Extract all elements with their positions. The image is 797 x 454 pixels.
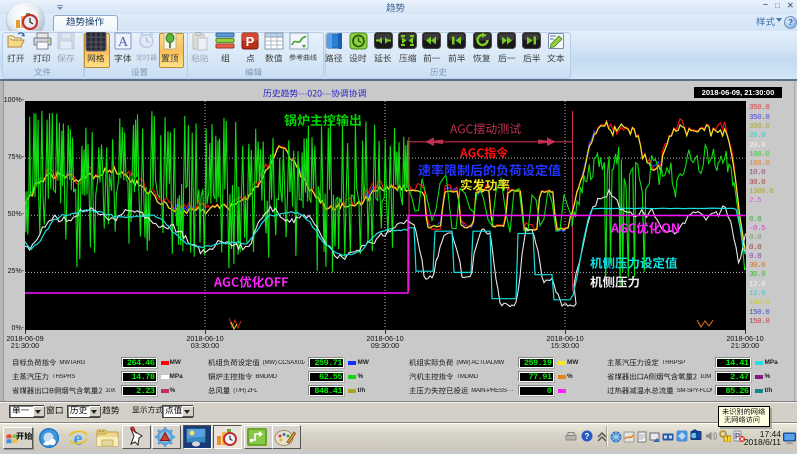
svg-text:A: A bbox=[118, 35, 129, 50]
svg-text:P: P bbox=[246, 34, 255, 49]
svg-text:?: ? bbox=[585, 432, 590, 441]
